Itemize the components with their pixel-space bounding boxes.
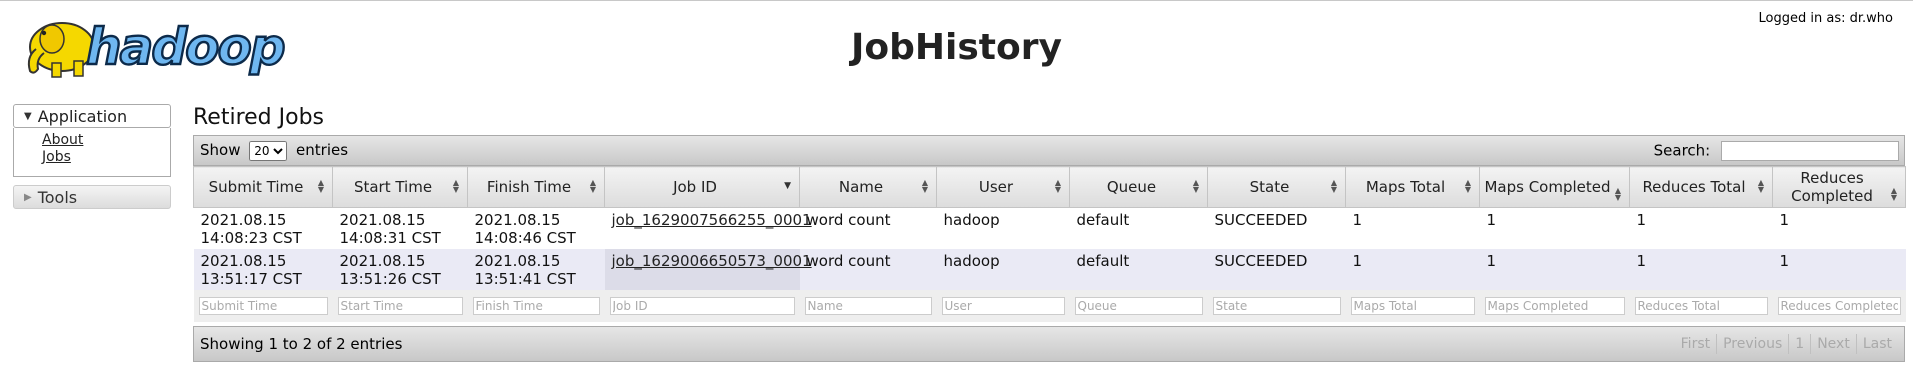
sort-icon: ▲ ▼ — [452, 178, 459, 194]
sort-icon: ▲ ▼ — [1614, 186, 1621, 202]
cell-job-id: job_1629007566255_0001 — [604, 207, 812, 249]
nav-application-label: Application — [37, 106, 128, 126]
col-header-maps-total[interactable]: Maps Total ▲ ▼ — [1345, 166, 1480, 208]
page-title: JobHistory — [851, 27, 1062, 68]
sort-icon: ▲ ▼ — [1757, 178, 1764, 194]
col-header-finish-time[interactable]: Finish Time ▲ ▼ — [467, 166, 605, 208]
col-header-user[interactable]: User ▲ ▼ — [936, 166, 1070, 208]
cell-maps-completed: 1 — [1479, 249, 1630, 290]
col-header-job-id[interactable]: Job ID ▼ — [604, 166, 800, 208]
col-header-queue[interactable]: Queue ▲ ▼ — [1069, 166, 1208, 208]
entries-info: Showing 1 to 2 of 2 entries — [200, 335, 403, 353]
search-control: Search: — [1653, 140, 1899, 161]
main-content: Retired Jobs Show 20 entries Search: Sub… — [193, 101, 1906, 362]
page-size-select[interactable]: 20 — [249, 140, 288, 161]
filter-submit-time[interactable] — [198, 297, 328, 315]
cell-name: word count — [799, 207, 937, 249]
cell-user: hadoop — [936, 249, 1070, 290]
job-id-link[interactable]: job_1629007566255_0001 — [612, 211, 812, 229]
cell-maps-completed: 1 — [1479, 207, 1630, 249]
pager-page-1-button[interactable]: 1 — [1788, 334, 1810, 354]
filter-job-id[interactable] — [609, 297, 795, 315]
col-header-submit-time[interactable]: Submit Time ▲ ▼ — [193, 166, 333, 208]
cell-reduces-completed: 1 — [1772, 249, 1906, 290]
jobs-table: Submit Time ▲ ▼ Start Time ▲ ▼ Finish Time ▲ ▼… — [193, 166, 1906, 322]
search-label: Search: — [1653, 141, 1711, 159]
sort-icon: ▲ ▼ — [1890, 186, 1897, 202]
cell-state: SUCCEEDED — [1207, 207, 1346, 249]
pager-last-button[interactable]: Last — [1855, 334, 1898, 354]
sort-icon: ▲ ▼ — [1330, 178, 1337, 194]
col-header-reduces-total[interactable]: Reduces Total ▲ ▼ — [1629, 166, 1773, 208]
filter-reduces-total[interactable] — [1634, 297, 1768, 315]
sort-icon: ▲ ▼ — [1464, 178, 1471, 194]
sort-desc-icon: ▼ — [784, 181, 791, 191]
table-row: 2021.08.15 14:08:23 CST 2021.08.15 14:08… — [193, 207, 1906, 249]
table-toolbar: Show 20 entries Search: — [193, 135, 1905, 166]
cell-name: word count — [799, 249, 937, 290]
col-header-start-time[interactable]: Start Time ▲ ▼ — [332, 166, 468, 208]
col-header-state[interactable]: State ▲ ▼ — [1207, 166, 1346, 208]
filter-row — [193, 290, 1906, 322]
cell-submit-time: 2021.08.15 13:51:17 CST — [193, 249, 333, 290]
cell-start-time: 2021.08.15 13:51:26 CST — [332, 249, 468, 290]
cell-state: SUCCEEDED — [1207, 249, 1346, 290]
sort-icon: ▲ ▼ — [921, 178, 928, 194]
sort-icon: ▲ ▼ — [317, 178, 324, 194]
pager-previous-button[interactable]: Previous — [1716, 334, 1788, 354]
filter-state[interactable] — [1212, 297, 1341, 315]
cell-maps-total: 1 — [1345, 249, 1480, 290]
triangle-right-icon: ▶ — [24, 191, 32, 203]
pager-first-button[interactable]: First — [1675, 334, 1716, 354]
pagination: First Previous 1 Next Last — [1675, 334, 1898, 354]
cell-submit-time: 2021.08.15 14:08:23 CST — [193, 207, 333, 249]
cell-finish-time: 2021.08.15 14:08:46 CST — [467, 207, 605, 249]
cell-maps-total: 1 — [1345, 207, 1480, 249]
cell-reduces-total: 1 — [1629, 249, 1773, 290]
table-header-row: Submit Time ▲ ▼ Start Time ▲ ▼ Finish Time ▲ ▼… — [193, 166, 1906, 208]
search-input[interactable] — [1721, 140, 1899, 161]
cell-queue: default — [1069, 249, 1208, 290]
filter-maps-completed[interactable] — [1484, 297, 1625, 315]
cell-user: hadoop — [936, 207, 1070, 249]
nav-link-jobs[interactable]: Jobs — [42, 149, 170, 166]
nav-application-links: About Jobs — [13, 128, 171, 177]
filter-maps-total[interactable] — [1350, 297, 1475, 315]
nav-tools-header[interactable]: ▶ Tools — [13, 185, 171, 209]
table-row: 2021.08.15 13:51:17 CST 2021.08.15 13:51… — [193, 249, 1906, 290]
cell-reduces-completed: 1 — [1772, 207, 1906, 249]
filter-start-time[interactable] — [337, 297, 463, 315]
col-header-reduces-completed[interactable]: Reduces Completed ▲ ▼ — [1772, 166, 1906, 208]
cell-queue: default — [1069, 207, 1208, 249]
nav-tools-label: Tools — [37, 187, 78, 207]
cell-reduces-total: 1 — [1629, 207, 1773, 249]
entries-label: entries — [296, 140, 349, 159]
show-label: Show — [200, 140, 241, 159]
filter-user[interactable] — [941, 297, 1065, 315]
nav-link-about[interactable]: About — [42, 132, 170, 149]
filter-queue[interactable] — [1074, 297, 1203, 315]
sort-icon: ▲ ▼ — [1192, 178, 1199, 194]
filter-reduces-completed[interactable] — [1777, 297, 1901, 315]
cell-finish-time: 2021.08.15 13:51:41 CST — [467, 249, 605, 290]
sidebar-nav: ▼ Application About Jobs ▶ Tools — [13, 104, 171, 209]
logged-in-status: Logged in as: dr.who — [1758, 11, 1893, 26]
col-header-name[interactable]: Name ▲ ▼ — [799, 166, 937, 208]
page-size-control: Show 20 entries — [200, 140, 349, 161]
filter-name[interactable] — [804, 297, 932, 315]
sort-icon: ▲ ▼ — [1054, 178, 1061, 194]
nav-application-header[interactable]: ▼ Application — [13, 104, 171, 128]
triangle-down-icon: ▼ — [24, 110, 32, 122]
cell-job-id: job_1629006650573_0001 — [604, 249, 812, 290]
job-id-link[interactable]: job_1629006650573_0001 — [612, 252, 812, 270]
table-footer: Showing 1 to 2 of 2 entries First Previo… — [193, 326, 1905, 362]
cell-start-time: 2021.08.15 14:08:31 CST — [332, 207, 468, 249]
section-title: Retired Jobs — [193, 105, 325, 130]
sort-icon: ▲ ▼ — [589, 178, 596, 194]
pager-next-button[interactable]: Next — [1810, 334, 1856, 354]
filter-finish-time[interactable] — [472, 297, 600, 315]
col-header-maps-completed[interactable]: Maps Completed ▲ ▼ — [1479, 166, 1630, 208]
